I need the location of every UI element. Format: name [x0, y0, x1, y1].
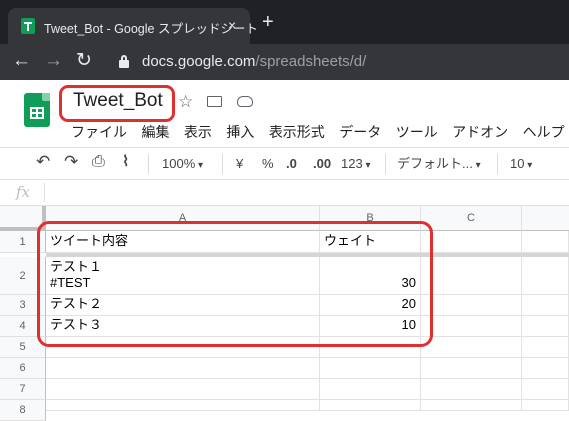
menu-data[interactable]: データ — [339, 122, 381, 142]
browser-nav-bar: ← → ↻ docs.google.com/spreadsheets/d/ — [0, 44, 569, 80]
cell-c3[interactable] — [421, 295, 522, 316]
data-range-highlight-annotation — [37, 221, 433, 347]
menu-insert[interactable]: 挿入 — [226, 122, 254, 142]
toolbar-divider — [385, 154, 386, 174]
decrease-decimal-button[interactable]: .0 — [286, 155, 297, 173]
cell-b8[interactable] — [320, 400, 421, 411]
menu-help[interactable]: ヘルプ — [523, 122, 565, 142]
formula-divider — [44, 183, 45, 202]
cell-b7[interactable] — [320, 379, 421, 400]
cell-c5[interactable] — [421, 337, 522, 358]
cell-a7[interactable] — [46, 379, 320, 400]
cell-c1[interactable] — [421, 231, 522, 253]
menu-edit[interactable]: 編集 — [141, 122, 169, 142]
cell-b6[interactable] — [320, 358, 421, 379]
menu-format[interactable]: 表示形式 — [269, 122, 325, 142]
cell-c6[interactable] — [421, 358, 522, 379]
toolbar: ↶ ↷ ⎙ ⌇ 100% ¥ % .0 .00 123 デフォルト... 10 — [0, 147, 569, 180]
cell-a8[interactable] — [46, 400, 320, 411]
menu-addons[interactable]: アドオン — [452, 122, 508, 142]
star-icon[interactable]: ☆ — [178, 93, 193, 110]
font-select[interactable]: デフォルト... — [397, 155, 481, 175]
cell-d1[interactable] — [522, 231, 569, 253]
percent-button[interactable]: % — [262, 155, 274, 173]
currency-button[interactable]: ¥ — [236, 155, 243, 173]
close-tab-icon[interactable]: × — [228, 17, 236, 33]
address-bar[interactable]: docs.google.com/spreadsheets/d/ — [142, 53, 366, 70]
menu-file[interactable]: ファイル — [71, 122, 127, 142]
forward-arrow-icon[interactable]: → — [44, 50, 63, 72]
cell-d6[interactable] — [522, 358, 569, 379]
zoom-select[interactable]: 100% — [162, 155, 203, 175]
cell-d8[interactable] — [522, 400, 569, 411]
toolbar-divider — [222, 154, 223, 174]
sheets-logo-icon[interactable] — [24, 93, 50, 127]
back-arrow-icon[interactable]: ← — [12, 50, 31, 72]
url-path: /spreadsheets/d/ — [255, 53, 367, 70]
cell-d5[interactable] — [522, 337, 569, 358]
redo-icon[interactable]: ↷ — [64, 153, 78, 171]
cell-c8[interactable] — [421, 400, 522, 411]
toolbar-divider — [148, 154, 149, 174]
menu-view[interactable]: 表示 — [184, 122, 212, 142]
function-icon: fx — [16, 183, 31, 201]
more-formats-select[interactable]: 123 — [341, 155, 371, 175]
url-host: docs.google.com — [142, 53, 256, 70]
cell-a6[interactable] — [46, 358, 320, 379]
increase-decimal-button[interactable]: .00 — [313, 155, 331, 173]
new-tab-icon[interactable]: + — [262, 12, 274, 32]
undo-icon[interactable]: ↶ — [36, 153, 50, 171]
menu-bar: ファイル 編集 表示 挿入 表示形式 データ ツール アドオン ヘルプ — [71, 122, 569, 140]
column-header-d[interactable] — [522, 206, 569, 231]
cell-d4[interactable] — [522, 316, 569, 337]
font-size-select[interactable]: 10 — [510, 155, 532, 175]
row-header-7[interactable]: 7 — [0, 379, 46, 400]
title-highlight-annotation — [59, 85, 175, 122]
print-icon[interactable]: ⎙ — [92, 153, 105, 171]
move-folder-icon[interactable] — [207, 94, 222, 110]
browser-tab-bar: Tweet_Bot - Google スプレッドシート × + — [0, 0, 569, 44]
column-header-c[interactable]: C — [421, 206, 522, 231]
toolbar-divider — [497, 154, 498, 174]
sheets-favicon-icon — [21, 18, 35, 34]
cell-d3[interactable] — [522, 295, 569, 316]
cloud-status-icon[interactable] — [237, 94, 253, 110]
cell-d7[interactable] — [522, 379, 569, 400]
formula-bar: fx — [0, 180, 569, 206]
cell-c4[interactable] — [421, 316, 522, 337]
cell-c2[interactable] — [421, 257, 522, 295]
cell-d2[interactable] — [522, 257, 569, 295]
menu-tools[interactable]: ツール — [396, 122, 438, 142]
browser-tab[interactable]: Tweet_Bot - Google スプレッドシート × — [8, 8, 258, 44]
paint-format-icon[interactable]: ⌇ — [122, 153, 129, 171]
lock-icon[interactable] — [119, 55, 129, 68]
row-header-6[interactable]: 6 — [0, 358, 46, 379]
reload-icon[interactable]: ↻ — [76, 50, 92, 72]
tab-title: Tweet_Bot - Google スプレッドシート — [44, 22, 258, 36]
cell-c7[interactable] — [421, 379, 522, 400]
